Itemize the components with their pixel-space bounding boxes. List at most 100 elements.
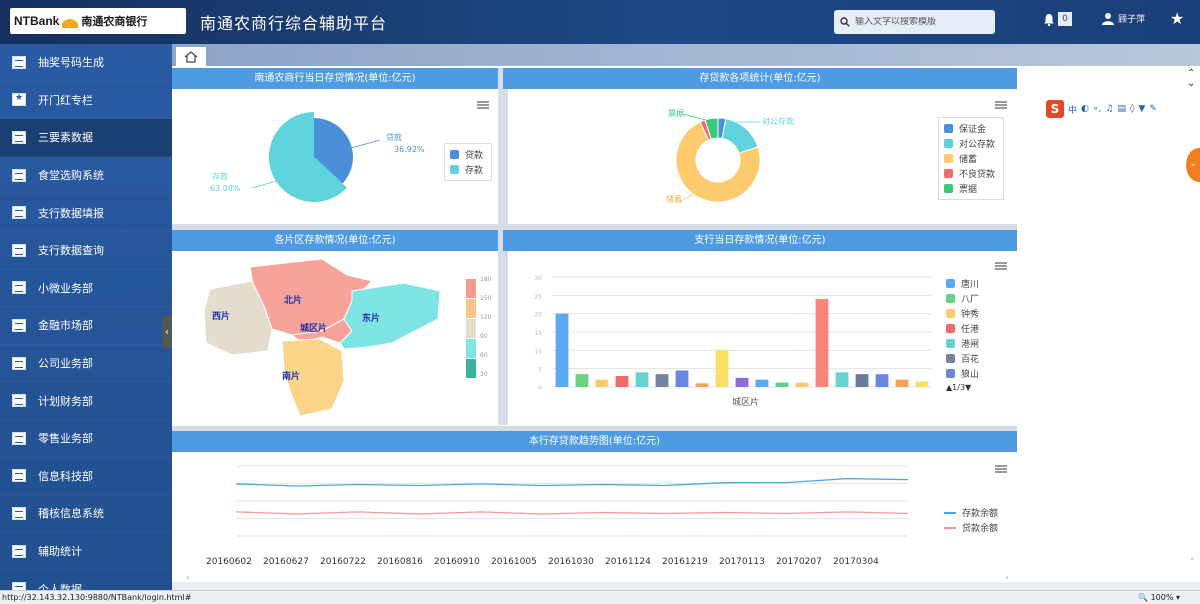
bar[interactable] bbox=[895, 379, 909, 387]
sidebar-item-label: 食堂选购系统 bbox=[38, 169, 104, 183]
ime-tools-icon[interactable]: ✎ bbox=[1149, 104, 1157, 114]
right-pane bbox=[1017, 66, 1200, 582]
bar[interactable] bbox=[575, 374, 589, 387]
legend-label: 唐川 bbox=[961, 280, 980, 290]
logo-cn: 南通农商银行 bbox=[81, 16, 148, 28]
sidebar-item[interactable]: 稽核信息系统 bbox=[0, 495, 172, 533]
slice-pct: 63.08% bbox=[210, 184, 241, 193]
bar[interactable] bbox=[595, 379, 609, 387]
sidebar-item[interactable]: 抽奖号码生成 bbox=[0, 44, 172, 82]
legend-item[interactable]: 唐川 bbox=[946, 276, 979, 291]
sidebar-item[interactable]: 三要素数据 bbox=[0, 119, 172, 157]
bar[interactable] bbox=[815, 299, 829, 387]
bar[interactable] bbox=[635, 372, 649, 387]
legend-item[interactable]: 不良贷款 bbox=[944, 166, 995, 181]
sidebar-item[interactable]: 支行数据查询 bbox=[0, 232, 172, 270]
legend-item[interactable]: 储蓄 bbox=[944, 151, 995, 166]
bar[interactable] bbox=[915, 381, 929, 388]
legend-item[interactable]: 百花 bbox=[946, 351, 979, 366]
doc-icon bbox=[12, 281, 26, 295]
bar[interactable] bbox=[755, 379, 769, 387]
legend-item[interactable]: 狼山 bbox=[946, 366, 979, 381]
bar[interactable] bbox=[735, 377, 749, 387]
bar[interactable] bbox=[695, 383, 709, 387]
panel-title-deposit-loan: 南通农商行当日存贷情况(单位:亿元) bbox=[172, 68, 498, 89]
legend-item[interactable]: 票据 bbox=[944, 181, 995, 196]
notifications[interactable]: 0 bbox=[1043, 12, 1072, 26]
sidebar-item[interactable]: 食堂选购系统 bbox=[0, 157, 172, 195]
scale-swatch[interactable] bbox=[466, 319, 476, 338]
scale-swatch[interactable] bbox=[466, 359, 476, 378]
legend-item[interactable]: 钟秀 bbox=[946, 306, 979, 321]
user-menu[interactable]: 顾子萍 bbox=[1102, 12, 1145, 25]
sidebar-item[interactable]: 零售业务部 bbox=[0, 420, 172, 458]
tab-home[interactable] bbox=[176, 47, 206, 66]
series-line[interactable] bbox=[235, 477, 909, 487]
ime-punct-icon[interactable]: ∘, bbox=[1093, 104, 1102, 114]
ime-user-icon[interactable]: ◊ bbox=[1130, 104, 1134, 114]
ime-shirt-icon[interactable]: ▼ bbox=[1138, 104, 1145, 114]
sidebar-item[interactable]: 辅助统计 bbox=[0, 533, 172, 571]
sidebar-item[interactable]: 计划财务部 bbox=[0, 382, 172, 420]
ime-chinese-toggle[interactable]: 中 bbox=[1068, 103, 1077, 116]
bank-logo[interactable]: NTBank 南通农商银行 bbox=[10, 8, 186, 34]
sidebar-item[interactable]: 公司业务部 bbox=[0, 345, 172, 383]
legend-item[interactable]: 八厂 bbox=[946, 291, 979, 306]
ime-mic-icon[interactable]: ♫ bbox=[1105, 104, 1113, 114]
sidebar-item[interactable]: 金融市场部 bbox=[0, 307, 172, 345]
search-input[interactable] bbox=[855, 17, 985, 27]
x-tick-label: 20160722 bbox=[320, 557, 366, 567]
favorite-star-icon[interactable]: ★ bbox=[1170, 9, 1184, 28]
slice-label: 贷款 bbox=[386, 132, 402, 142]
legend-pager[interactable]: ▲1/3▼ bbox=[946, 383, 979, 392]
sidebar-collapse-button[interactable]: ‹ bbox=[162, 316, 172, 348]
scale-swatch[interactable] bbox=[466, 279, 476, 298]
legend-item[interactable]: 贷款余额 bbox=[944, 520, 998, 535]
ime-keyboard-icon[interactable]: ▤ bbox=[1117, 104, 1126, 114]
panel-title-branch: 支行当日存款情况(单位:亿元) bbox=[503, 230, 1017, 251]
scrollbar-down-icon[interactable]: ⌄ bbox=[1188, 552, 1196, 563]
bar[interactable] bbox=[775, 382, 789, 387]
search-box[interactable] bbox=[834, 10, 995, 34]
bar[interactable] bbox=[875, 374, 889, 387]
sidebar-item[interactable]: 开门红专栏 bbox=[0, 82, 172, 120]
legend-item[interactable]: 任港 bbox=[946, 321, 979, 336]
legend-label: 百花 bbox=[961, 355, 980, 365]
legend-item[interactable]: 存款 bbox=[450, 162, 483, 177]
bar[interactable] bbox=[795, 382, 809, 387]
legend-item[interactable]: 港闸 bbox=[946, 336, 979, 351]
donut-slice[interactable] bbox=[721, 118, 759, 154]
chart-menu-icon[interactable] bbox=[995, 101, 1007, 109]
bar[interactable] bbox=[835, 372, 849, 387]
legend-swatch bbox=[946, 309, 955, 318]
bar[interactable] bbox=[855, 374, 869, 387]
ime-toolbar[interactable]: S 中 ◐ ∘, ♫ ▤ ◊ ▼ ✎ bbox=[1046, 100, 1157, 118]
y-tick-label: 0 bbox=[538, 385, 542, 392]
series-line[interactable] bbox=[235, 511, 909, 515]
legend-item[interactable]: 存款余额 bbox=[944, 505, 998, 520]
sidebar-item-label: 金融市场部 bbox=[38, 319, 93, 333]
bar[interactable] bbox=[655, 374, 669, 387]
sidebar-item[interactable]: 小微业务部 bbox=[0, 270, 172, 308]
scale-swatch[interactable] bbox=[466, 299, 476, 318]
bar[interactable] bbox=[675, 370, 689, 388]
map-region[interactable] bbox=[339, 282, 441, 350]
bar-legend: 唐川 八厂 钟秀 任港 港闸百花 狼山 ▲1/3▼ bbox=[946, 276, 979, 392]
bar[interactable] bbox=[615, 376, 629, 387]
chart-menu-icon[interactable] bbox=[995, 262, 1007, 270]
scale-swatch[interactable] bbox=[466, 339, 476, 358]
sidebar-item[interactable]: 支行数据填报 bbox=[0, 194, 172, 232]
ime-moon-icon[interactable]: ◐ bbox=[1081, 104, 1089, 114]
sidebar-item-label: 信息科技部 bbox=[38, 469, 93, 483]
scroll-down-icon[interactable]: ⌄ bbox=[1187, 78, 1195, 89]
zoom-level[interactable]: 🔍 100% ▾ bbox=[1138, 591, 1180, 604]
bar[interactable] bbox=[715, 350, 729, 387]
legend-item[interactable]: 贷款 bbox=[450, 147, 483, 162]
horizontal-scrollbar[interactable]: ‹ › bbox=[172, 573, 1017, 584]
bar[interactable] bbox=[555, 313, 569, 387]
sogou-ime-icon[interactable]: S bbox=[1046, 100, 1064, 118]
legend-item[interactable]: 保证金 bbox=[944, 121, 995, 136]
chart-menu-icon[interactable] bbox=[995, 465, 1007, 473]
legend-item[interactable]: 对公存款 bbox=[944, 136, 995, 151]
sidebar-item[interactable]: 信息科技部 bbox=[0, 458, 172, 496]
